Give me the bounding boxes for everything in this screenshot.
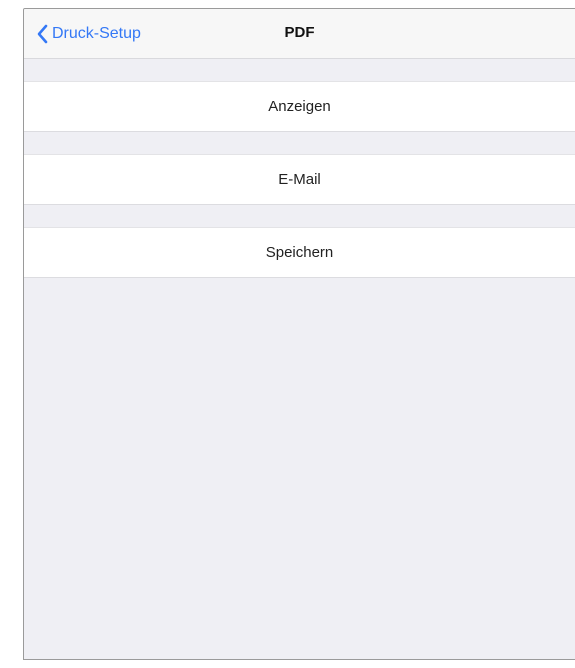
- option-label: Anzeigen: [268, 98, 331, 115]
- page-title-text: PDF: [284, 24, 315, 41]
- option-label: Speichern: [265, 244, 334, 261]
- pdf-popover: Druck-Setup PDF Anzeigen E-Mail Speicher…: [23, 8, 575, 660]
- option-anzeigen[interactable]: Anzeigen: [24, 81, 575, 132]
- options-list: Anzeigen E-Mail Speichern: [24, 59, 575, 278]
- option-label: E-Mail: [278, 171, 321, 188]
- navigation-bar: Druck-Setup PDF: [24, 9, 575, 59]
- option-email[interactable]: E-Mail: [24, 154, 575, 205]
- option-speichern[interactable]: Speichern: [24, 227, 575, 278]
- page-title: PDF: [24, 24, 575, 41]
